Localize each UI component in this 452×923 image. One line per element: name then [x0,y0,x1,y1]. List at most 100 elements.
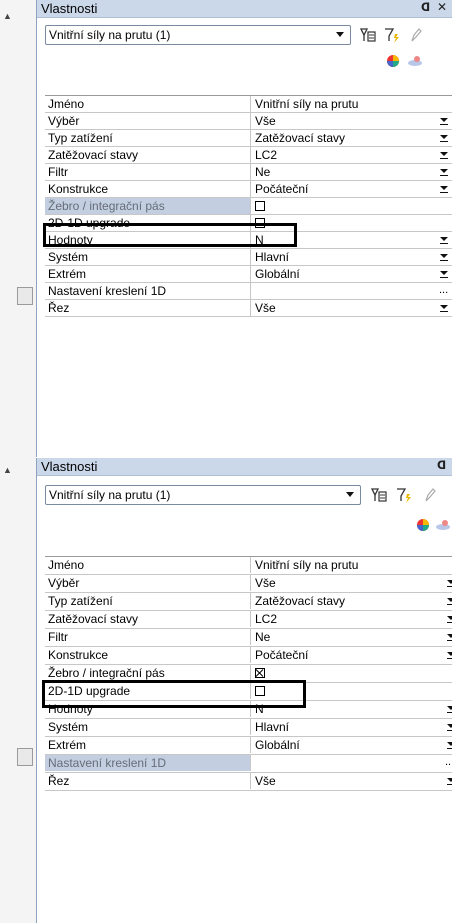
property-value[interactable]: Zatěžovací stavy [252,130,452,146]
property-label: Konstrukce [45,647,251,663]
left-scroll-thumb[interactable] [17,748,33,766]
pin-icon[interactable]: ᗡ [437,459,446,472]
chevron-down-icon[interactable] [447,598,452,605]
property-value[interactable]: Vše [252,300,452,316]
property-row: Výběr Vše [45,113,452,130]
chevron-down-icon[interactable] [447,634,452,641]
property-label: Typ zatížení [45,130,251,146]
property-label: Filtr [45,629,251,645]
property-row: Řez Vše [45,300,452,317]
chevron-down-icon[interactable] [440,118,448,125]
chevron-down-icon[interactable] [447,742,452,749]
property-value[interactable]: Počáteční [252,181,452,197]
pin-action-icon[interactable] [435,518,451,532]
property-value[interactable]: Vše [252,113,452,129]
property-value[interactable]: Globální [252,737,452,753]
property-grid: Jméno Vnitřní síly na prutu Výběr Vše Ty… [45,95,452,317]
select-filter-icon[interactable] [370,486,388,504]
filter-icon[interactable] [395,486,413,504]
chevron-down-icon[interactable] [440,271,448,278]
property-value[interactable]: Ne [252,629,452,645]
rib-checkbox[interactable] [255,201,265,211]
object-selector-combo[interactable]: Vnitřní síly na prutu (1) [45,485,361,505]
highlight-frame [43,223,297,247]
property-value[interactable]: Počáteční [252,647,452,663]
property-label: Řez [45,300,251,316]
property-value[interactable]: Globální [252,266,452,282]
property-row: Zatěžovací stavy LC2 [45,147,452,164]
left-scroll-thumb[interactable] [17,287,33,305]
property-row: Konstrukce Počáteční [45,647,452,665]
chevron-down-icon[interactable] [447,580,452,587]
chevron-down-icon[interactable] [447,652,452,659]
property-label: Typ zatížení [45,593,251,609]
property-value[interactable]: Ne [252,164,452,180]
property-value [252,283,452,299]
chevron-down-icon[interactable] [440,305,448,312]
property-row: Řez Vše [45,773,452,791]
property-value[interactable]: Vše [252,773,452,789]
close-icon[interactable]: ✕ [437,0,447,14]
property-label: Extrém [45,737,251,753]
property-label: Žebro / integrační pás [45,198,251,214]
property-label: Systém [45,249,251,265]
chevron-down-icon[interactable] [440,237,448,244]
panel-title: Vlastnosti [41,459,98,474]
ellipsis-button[interactable]: ... [439,283,448,297]
edit-icon[interactable] [407,26,425,44]
property-row: Systém Hlavní [45,719,452,737]
chevron-down-icon[interactable] [346,492,354,497]
pin-icon[interactable]: ᗡ [421,1,430,14]
chevron-down-icon[interactable] [447,616,452,623]
property-value[interactable]: Vnitřní síly na prutu [252,96,452,112]
property-row: Jméno Vnitřní síly na prutu [45,96,452,113]
property-label: Nastavení kreslení 1D [45,755,251,771]
property-label: Konstrukce [45,181,251,197]
property-row: Jméno Vnitřní síly na prutu [45,557,452,575]
chevron-down-icon[interactable] [440,152,448,159]
property-row: Typ zatížení Zatěžovací stavy [45,130,452,147]
chevron-down-icon[interactable] [440,186,448,193]
property-value[interactable]: Vše [252,575,452,591]
chevron-down-icon[interactable] [447,724,452,731]
filter-icon[interactable] [383,26,401,44]
property-value[interactable]: Hlavní [252,249,452,265]
select-filter-icon[interactable] [359,26,377,44]
property-value[interactable]: LC2 [252,611,452,627]
property-value[interactable]: Vnitřní síly na prutu [252,557,452,573]
chevron-down-icon[interactable] [447,778,452,785]
property-value [252,198,452,214]
left-gutter: ▲ ▲ [0,0,36,923]
properties-panel: Vlastnosti ᗡ ✕ Vnitřní síly na prutu (1)… [36,0,452,457]
panel-toolbar: Vnitřní síly na prutu (1) [37,476,452,536]
pin-action-icon[interactable] [407,54,423,68]
property-row: Extrém Globální [45,737,452,755]
panel-titlebar: Vlastnosti ᗡ ✕ [37,0,452,18]
edit-icon[interactable] [421,486,439,504]
chevron-down-icon[interactable] [447,706,452,713]
property-row: Filtr Ne [45,164,452,181]
property-label: Nastavení kreslení 1D [45,283,251,299]
property-value[interactable]: Hlavní [252,719,452,735]
chevron-down-icon[interactable] [440,135,448,142]
rib-checkbox[interactable] [255,668,265,678]
combo-value: Vnitřní síly na prutu (1) [49,488,171,502]
property-row: Žebro / integrační pás [45,198,452,215]
chevron-down-icon[interactable] [336,32,344,37]
property-label: Jméno [45,96,251,112]
object-selector-combo[interactable]: Vnitřní síly na prutu (1) [45,25,351,45]
color-palette-icon[interactable] [385,54,401,68]
property-grid: Jméno Vnitřní síly na prutu Výběr Vše Ty… [45,556,452,791]
panel-toolbar: Vnitřní síly na prutu (1) [37,18,452,78]
collapse-arrow-icon[interactable]: ▲ [3,464,13,476]
property-row: Systém Hlavní [45,249,452,266]
ellipsis-button[interactable]: ... [445,755,452,769]
color-palette-icon[interactable] [415,518,431,532]
property-row: Nastavení kreslení 1D ... [45,755,452,773]
property-value[interactable]: Zatěžovací stavy [252,593,452,609]
property-label: Jméno [45,557,251,573]
collapse-arrow-icon[interactable]: ▲ [3,10,13,22]
property-value[interactable]: LC2 [252,147,452,163]
chevron-down-icon[interactable] [440,169,448,176]
chevron-down-icon[interactable] [440,254,448,261]
